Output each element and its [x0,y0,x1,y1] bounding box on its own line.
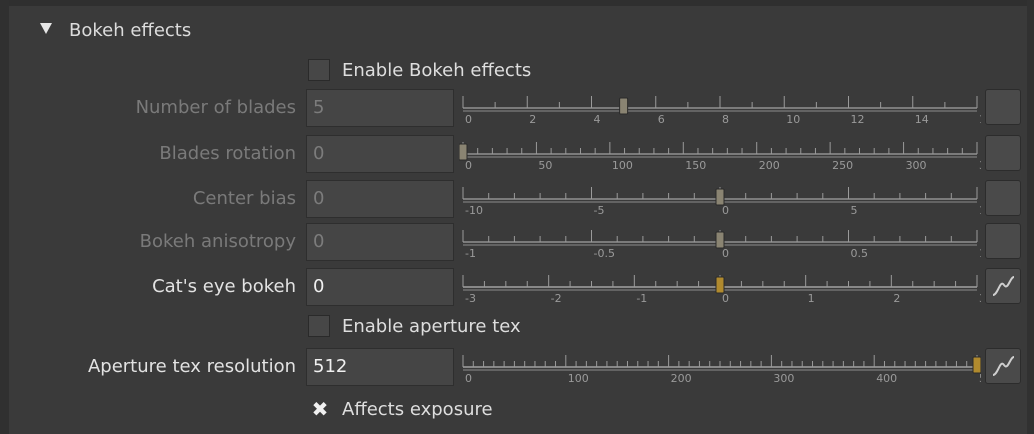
tick-label: 1 [979,247,981,260]
param-label: Number of blades [135,97,296,118]
number-of-blades-slider[interactable]: 0 2 4 6 8 10 12 14 16 [459,87,981,129]
animate-button[interactable] [985,348,1021,384]
tick-label: 0 [465,159,472,172]
tick-label: 3 [979,292,981,305]
aperture-tex-resolution-slider[interactable]: 0 100 200 300 400 512 [459,346,981,388]
tick-label: 100 [612,159,633,172]
center-bias-field[interactable]: 0 [306,180,454,218]
tick-label: 200 [671,372,692,385]
tick-label: -10 [465,204,483,217]
param-label: Cat's eye bokeh [152,276,296,297]
tick-label: 360 [979,159,981,172]
panel-top-edge [0,0,1034,6]
tick-label: 300 [773,372,794,385]
tick-label: 5 [851,204,858,217]
tick-label: -0.5 [594,247,615,260]
tick-label: -5 [594,204,605,217]
tick-label: 12 [851,113,865,126]
animate-button[interactable] [985,223,1021,259]
enable-bokeh-row[interactable]: Enable Bokeh effects [308,55,531,85]
slider-track[interactable]: -10 -5 0 5 10 [459,178,981,220]
tick-label: 4 [594,113,601,126]
tick-label: 16 [979,113,981,126]
param-row-bokeh-anisotropy: Bokeh anisotropy 0 -1 -0.5 0 0.5 1 [0,221,1034,263]
slider-track[interactable]: -1 -0.5 0 0.5 1 [459,221,981,263]
animate-button[interactable] [985,89,1021,125]
tick-label: -1 [636,292,647,305]
tick-label: 10 [786,113,800,126]
tick-label: 50 [538,159,552,172]
blades-rotation-slider[interactable]: 0 50 100 150 200 250 300 360 [459,133,981,175]
tick-label: 0 [465,372,472,385]
param-row-number-of-blades: Number of blades 5 0 2 4 6 8 10 12 14 16 [0,87,1034,129]
slider-track[interactable]: 0 2 4 6 8 10 12 14 16 [459,87,981,129]
affects-exposure-checkbox[interactable]: ✖ [308,397,330,421]
tick-label: 0 [465,113,472,126]
tick-label: 0.5 [851,247,869,260]
tick-label: 0 [722,204,729,217]
param-label: Blades rotation [159,143,296,164]
aperture-tex-resolution-field[interactable]: 512 [306,348,454,386]
tick-label: 2 [893,292,900,305]
slider-knob[interactable] [715,231,725,249]
affects-exposure-row[interactable]: ✖ Affects exposure [308,394,493,424]
enable-bokeh-checkbox[interactable] [308,59,330,81]
tick-label: -1 [465,247,476,260]
slider-knob[interactable] [459,143,468,161]
tick-label: 0 [722,247,729,260]
tick-label: 150 [685,159,706,172]
bokeh-panel: Bokeh effects Enable Bokeh effects Numbe… [0,0,1034,434]
slider-knob[interactable] [715,276,725,294]
tick-label: 6 [658,113,665,126]
param-row-cats-eye-bokeh: Cat's eye bokeh 0 -3 -2 -1 0 1 2 3 [0,266,1034,308]
tick-label: 512 [979,372,981,385]
cats-eye-bokeh-slider[interactable]: -3 -2 -1 0 1 2 3 [459,266,981,308]
cats-eye-bokeh-field[interactable]: 0 [306,268,454,306]
tick-label: -3 [465,292,476,305]
animate-button[interactable] [985,268,1021,304]
slider-knob[interactable] [972,356,981,374]
section-header[interactable]: Bokeh effects [40,16,191,44]
param-label: Center bias [192,188,296,209]
animate-button[interactable] [985,135,1021,171]
slider-track[interactable]: 0 100 200 300 400 512 [459,346,981,388]
slider-track[interactable]: 0 50 100 150 200 250 300 360 [459,133,981,175]
blades-rotation-field[interactable]: 0 [306,135,454,173]
bokeh-anisotropy-slider[interactable]: -1 -0.5 0 0.5 1 [459,221,981,263]
param-label: Aperture tex resolution [87,356,296,377]
tick-label: 14 [915,113,929,126]
enable-aperture-label: Enable aperture tex [342,315,521,337]
tick-label: 400 [876,372,897,385]
bokeh-anisotropy-field[interactable]: 0 [306,223,454,261]
tick-label: 200 [759,159,780,172]
tick-label: 8 [722,113,729,126]
tick-label: 300 [906,159,927,172]
param-row-center-bias: Center bias 0 -10 -5 0 5 10 [0,178,1034,220]
tick-label: 100 [568,372,589,385]
tick-label: 250 [832,159,853,172]
tick-label: 10 [979,204,981,217]
tick-label: 0 [722,292,729,305]
curve-icon [992,276,1015,296]
tick-label: 1 [808,292,815,305]
param-row-blades-rotation: Blades rotation 0 0 50 100 150 200 250 300 360 [0,133,1034,175]
section-title: Bokeh effects [69,19,192,41]
tick-label: -2 [551,292,562,305]
center-bias-slider[interactable]: -10 -5 0 5 10 [459,178,981,220]
number-of-blades-field[interactable]: 5 [306,89,454,127]
slider-track[interactable]: -3 -2 -1 0 1 2 3 [459,266,981,308]
slider-knob[interactable] [715,188,725,206]
animate-button[interactable] [985,180,1021,216]
param-label: Bokeh anisotropy [139,231,296,252]
tick-label: 2 [529,113,536,126]
check-x-icon: ✖ [311,397,329,421]
enable-bokeh-label: Enable Bokeh effects [342,59,532,81]
affects-exposure-label: Affects exposure [342,398,493,420]
enable-aperture-row[interactable]: Enable aperture tex [308,311,521,341]
collapse-triangle-icon[interactable] [40,22,52,34]
enable-aperture-checkbox[interactable] [308,315,330,337]
curve-icon [992,356,1015,376]
slider-knob[interactable] [619,97,629,115]
param-row-aperture-tex-resolution: Aperture tex resolution 512 0 100 200 300 40… [0,346,1034,388]
